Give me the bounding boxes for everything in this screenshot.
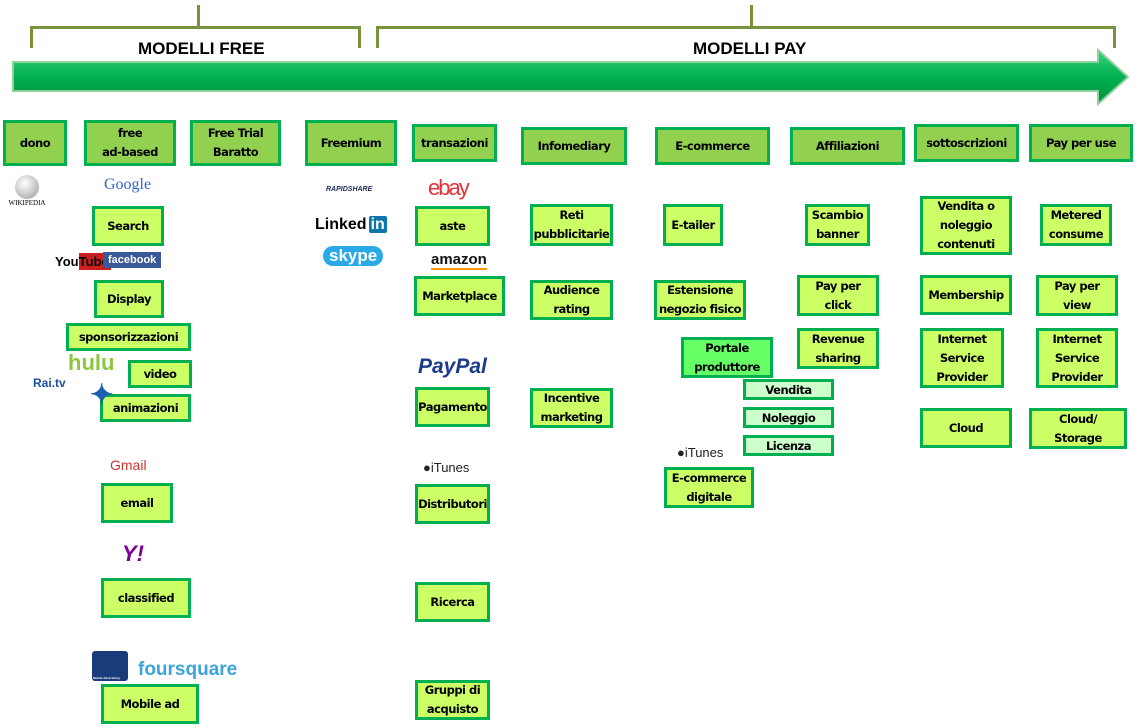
- apple-icon: ●: [677, 445, 685, 460]
- item-cloud-storage: Cloud/ Storage: [1029, 408, 1127, 449]
- item-licenza: Licenza: [743, 435, 834, 456]
- business-models-diagram: MODELLI FREE MODELLI PAY dono free ad-ba…: [0, 0, 1138, 728]
- hulu-logo: hulu: [68, 350, 115, 375]
- item-isp: Internet Service Provider: [920, 328, 1004, 388]
- itunes-logo-ecommerce: ●iTunes: [677, 445, 724, 460]
- item-distributori: Distributori: [415, 484, 490, 524]
- item-ricerca: Ricerca: [415, 582, 490, 622]
- ebay-logo: ebay: [428, 175, 470, 200]
- category-sottoscrizioni: sottoscrizioni: [914, 124, 1019, 162]
- item-video: video: [128, 360, 192, 388]
- item-pagamento: Pagamento: [415, 387, 490, 427]
- category-free-ad-based: free ad-based: [84, 120, 176, 166]
- item-vendita: Vendita: [743, 379, 834, 400]
- timeline-arrow: [12, 47, 1130, 107]
- category-transazioni: transazioni: [412, 124, 497, 162]
- item-animazioni: animazioni: [100, 394, 191, 422]
- rapidshare-logo: RAPIDSHARE: [326, 186, 373, 193]
- item-display: Display: [94, 280, 164, 318]
- item-gruppi-di-acquisto: Gruppi di acquisto: [415, 680, 490, 720]
- facebook-logo: facebook: [103, 252, 162, 268]
- linkedin-logo: Linked in: [315, 216, 387, 233]
- item-membership: Membership: [920, 275, 1012, 315]
- item-e-commerce-digitale: E-commerce digitale: [664, 467, 754, 508]
- item-classified: classified: [101, 578, 191, 618]
- item-estensione-negozio: Estensione negozio fisico: [654, 280, 746, 320]
- skype-logo: skype: [323, 246, 384, 266]
- item-audience-rating: Audience rating: [530, 280, 613, 320]
- google-logo: Google: [104, 176, 152, 193]
- category-pay-per-use: Pay per use: [1029, 124, 1133, 162]
- paypal-logo: PayPal: [418, 355, 487, 378]
- item-e-tailer: E-tailer: [663, 204, 723, 246]
- category-e-commerce: E-commerce: [655, 127, 770, 165]
- raitv-logo: Rai.tv: [33, 376, 66, 390]
- gmail-logo: Gmail: [110, 457, 147, 473]
- star-icon: ✦: [90, 379, 114, 410]
- item-pay-per-click: Pay per click: [797, 275, 879, 316]
- mobile-advertising-logo: Mobile Advertising: [92, 651, 128, 681]
- apple-icon: ●: [423, 460, 431, 475]
- wikipedia-logo: Wikipedia: [8, 175, 46, 207]
- category-affiliazioni: Affiliazioni: [790, 127, 905, 165]
- item-vendita-noleggio-contenuti: Vendita o noleggio contenuti: [920, 196, 1012, 255]
- amazon-logo: amazon: [431, 251, 487, 270]
- item-incentive-marketing: Incentive marketing: [530, 388, 613, 428]
- item-metered-consume: Metered consume: [1040, 204, 1112, 246]
- item-sponsorizzazioni: sponsorizzazioni: [66, 323, 191, 351]
- item-pay-per-view: Pay per view: [1036, 275, 1118, 316]
- item-search: Search: [92, 206, 164, 246]
- category-free-trial: Free Trial Baratto: [190, 120, 281, 166]
- item-scambio-banner: Scambio banner: [805, 204, 870, 246]
- category-infomediary: Infomediary: [521, 127, 627, 165]
- yahoo-logo: Y!: [122, 541, 144, 566]
- itunes-logo: ●iTunes: [423, 460, 470, 475]
- item-revenue-sharing: Revenue sharing: [797, 328, 879, 369]
- item-portale-produttore: Portale produttore: [681, 337, 773, 378]
- foursquare-logo: foursquare: [138, 659, 238, 680]
- item-mobile-ad: Mobile ad: [101, 684, 199, 724]
- item-aste: aste: [415, 206, 490, 246]
- item-noleggio: Noleggio: [743, 407, 834, 428]
- item-isp-pay: Internet Service Provider: [1036, 328, 1118, 388]
- category-freemium: Freemium: [305, 120, 397, 166]
- item-marketplace: Marketplace: [414, 276, 505, 316]
- category-dono: dono: [3, 120, 67, 166]
- item-cloud: Cloud: [920, 408, 1012, 448]
- item-reti-pubblicitarie: Reti pubblicitarie: [530, 204, 613, 246]
- item-email: email: [101, 483, 173, 523]
